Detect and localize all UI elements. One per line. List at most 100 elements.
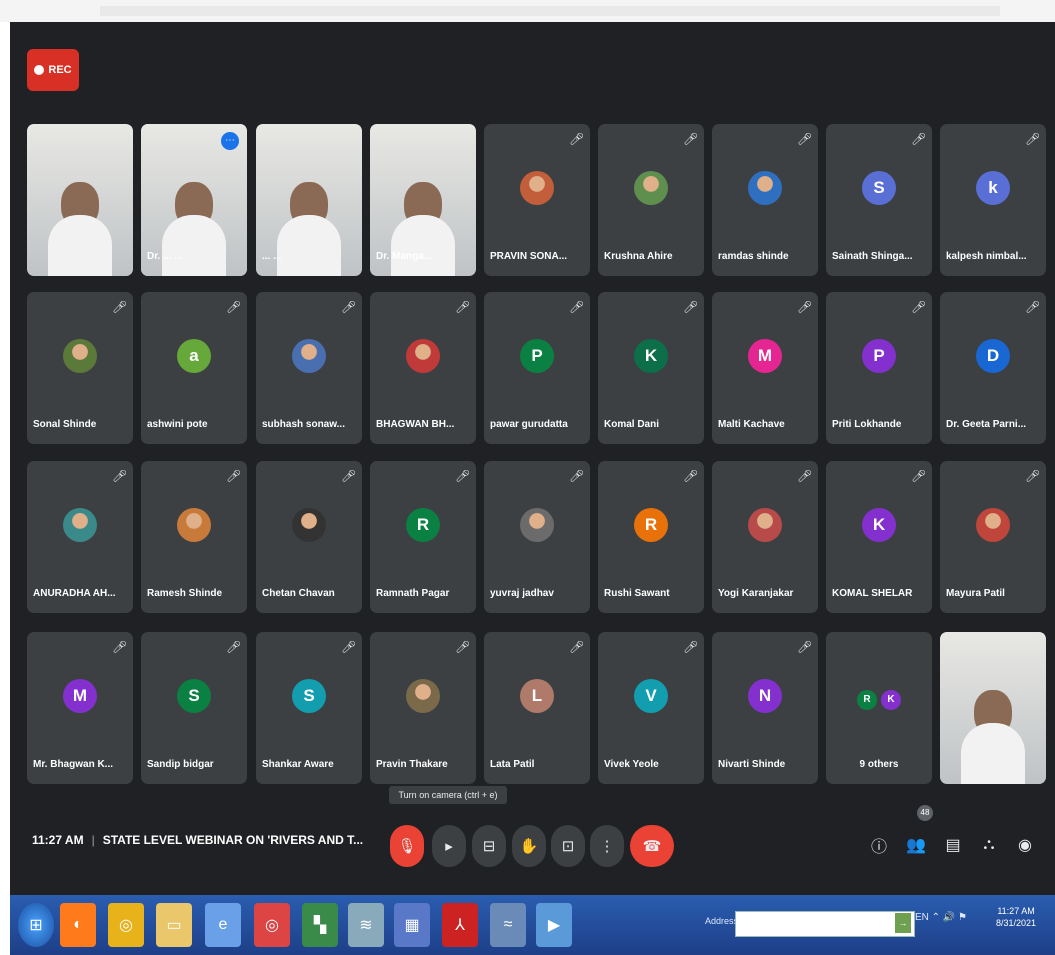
- participant-tile[interactable]: 🎤︎ subhash sonaw...: [256, 292, 362, 444]
- participant-name: Dr. Geeta Parni...: [946, 419, 1027, 430]
- mic-muted-icon: 🎤︎: [341, 640, 357, 654]
- camera-toggle-button[interactable]: ▸: [432, 825, 466, 867]
- captions-button[interactable]: ⊟: [472, 825, 506, 867]
- taskbar-pdf[interactable]: ⅄: [442, 903, 478, 947]
- participant-tile[interactable]: 🎤︎ V Vivek Yeole: [598, 632, 704, 784]
- participant-tile[interactable]: 🎤︎ P Priti Lokhande: [826, 292, 932, 444]
- taskbar-network[interactable]: ≋: [348, 903, 384, 947]
- participant-tile[interactable]: 🎤︎ K KOMAL SHELAR: [826, 461, 932, 613]
- avatar: [520, 170, 554, 205]
- participant-tile[interactable]: 🎤︎ M Malti Kachave: [712, 292, 818, 444]
- participant-tile[interactable]: 🎤︎ Yogi Karanjakar: [712, 461, 818, 613]
- participant-tile[interactable]: 🎤︎ D Dr. Geeta Parni...: [940, 292, 1046, 444]
- mic-muted-icon: 🎤︎: [226, 469, 242, 483]
- chat-button[interactable]: ▤: [940, 832, 966, 858]
- participant-tile[interactable]: ⋯ Dr. ... ...: [141, 124, 247, 276]
- pdf-icon: ⅄: [455, 917, 465, 934]
- taskbar-calendar[interactable]: ▦: [394, 903, 430, 947]
- participant-tile[interactable]: 🎤︎ ANURADHA AH...: [27, 461, 133, 613]
- avatar: [406, 678, 440, 713]
- participant-tile[interactable]: 🎤︎ L Lata Patil: [484, 632, 590, 784]
- participant-name: Komal Dani: [604, 419, 660, 430]
- mic-muted-icon: 🎤︎: [797, 640, 813, 654]
- firefox-icon: ◐: [73, 916, 83, 933]
- participant-tile[interactable]: 🎤︎ Ramesh Shinde: [141, 461, 247, 613]
- participant-name: Sonal Shinde: [33, 419, 97, 430]
- participant-tile[interactable]: 🎤︎ N Nivarti Shinde: [712, 632, 818, 784]
- address-input[interactable]: [735, 911, 915, 937]
- clock-date: 8/31/2021: [996, 918, 1037, 928]
- taskbar-media[interactable]: ▶: [536, 903, 572, 947]
- participant-tile[interactable]: 🎤︎ K Komal Dani: [598, 292, 704, 444]
- present-button[interactable]: ⊡: [551, 825, 585, 867]
- participant-tile[interactable]: ... ...: [256, 124, 362, 276]
- participant-name: Vivek Yeole: [604, 759, 659, 770]
- mic-muted-icon: 🎤︎: [112, 300, 128, 314]
- more-options-button[interactable]: ⋮: [590, 825, 624, 867]
- participant-tile[interactable]: 🎤︎ Krushna Ahire: [598, 124, 704, 276]
- folder-icon: ▭: [166, 917, 182, 934]
- self-video-tile[interactable]: [940, 632, 1046, 784]
- people-button[interactable]: 👥: [903, 832, 929, 858]
- participant-tile[interactable]: 🎤︎ ramdas shinde: [712, 124, 818, 276]
- participant-tile[interactable]: 🎤︎ k kalpesh nimbal...: [940, 124, 1046, 276]
- activities-button[interactable]: ⛬: [976, 832, 1002, 858]
- overflow-participants-tile[interactable]: R K 9 others: [826, 632, 932, 784]
- participant-name: ANURADHA AH...: [33, 588, 116, 599]
- start-button[interactable]: ⊞: [18, 903, 54, 947]
- participant-tile[interactable]: 🎤︎ PRAVIN SONA...: [484, 124, 590, 276]
- mic-muted-icon: 🎤︎: [683, 300, 699, 314]
- participant-tile[interactable]: 🎤︎ Ppawar gurudatta: [484, 292, 590, 444]
- participant-tile[interactable]: 🎤︎ a ashwini pote: [141, 292, 247, 444]
- tile-more-options-icon[interactable]: ⋯: [221, 132, 239, 150]
- taskbar-chrome[interactable]: ◎: [108, 903, 144, 947]
- meeting-details-button[interactable]: ⓘ: [866, 832, 892, 858]
- mic-muted-icon: 🎤︎: [1025, 469, 1041, 483]
- address-bar-strip: [100, 6, 1000, 16]
- overflow-label: 9 others: [859, 759, 899, 770]
- raise-hand-button[interactable]: ✋: [512, 825, 546, 867]
- participant-tile[interactable]: 🎤︎ S Sainath Shinga...: [826, 124, 932, 276]
- taskbar-app[interactable]: ▚: [302, 903, 338, 947]
- participant-name: Yogi Karanjakar: [718, 588, 794, 599]
- avatar: [292, 338, 326, 373]
- participant-tile[interactable]: 🎤︎ M Mr. Bhagwan K...: [27, 632, 133, 784]
- mic-muted-icon: 🎤︎: [455, 300, 471, 314]
- taskbar-folder[interactable]: ▭: [156, 903, 192, 947]
- participant-tile[interactable]: 🎤︎ Chetan Chavan: [256, 461, 362, 613]
- taskbar-chrome-2[interactable]: ◎: [254, 903, 290, 947]
- participant-tile[interactable]: [27, 124, 133, 276]
- participant-tile[interactable]: 🎤︎ yuvraj jadhav: [484, 461, 590, 613]
- participant-name: KOMAL SHELAR: [832, 588, 913, 599]
- participant-name: Shankar Aware: [262, 759, 334, 770]
- avatar: [748, 170, 782, 205]
- mic-toggle-button[interactable]: 🎙: [390, 825, 424, 867]
- host-controls-button[interactable]: ◉: [1012, 832, 1038, 858]
- participant-name: subhash sonaw...: [262, 419, 345, 430]
- avatar: S: [177, 678, 211, 713]
- participant-tile[interactable]: 🎤︎ BHAGWAN BH...: [370, 292, 476, 444]
- mic-muted-icon: 🎤︎: [1025, 132, 1041, 146]
- participant-name: Chetan Chavan: [262, 588, 335, 599]
- leave-call-button[interactable]: ☎: [630, 825, 674, 867]
- participant-tile[interactable]: 🎤︎ Pravin Thakare: [370, 632, 476, 784]
- taskbar-ie[interactable]: e: [205, 903, 241, 947]
- mic-muted-icon: 🎤︎: [911, 132, 927, 146]
- avatar: D: [976, 338, 1010, 373]
- address-go-button[interactable]: →: [895, 913, 911, 933]
- participant-name: Rushi Sawant: [604, 588, 670, 599]
- participant-tile[interactable]: 🎤︎ S Sandip bidgar: [141, 632, 247, 784]
- participant-tile[interactable]: Dr. Manga...: [370, 124, 476, 276]
- mic-muted-icon: 🎤︎: [797, 132, 813, 146]
- participant-tile[interactable]: 🎤︎ Sonal Shinde: [27, 292, 133, 444]
- overflow-avatar: R: [857, 689, 877, 710]
- taskbar-firefox[interactable]: ◐: [60, 903, 96, 947]
- participant-tile[interactable]: 🎤︎ R Rushi Sawant: [598, 461, 704, 613]
- participant-tile[interactable]: 🎤︎ Mayura Patil: [940, 461, 1046, 613]
- participant-tile[interactable]: 🎤︎ R Ramnath Pagar: [370, 461, 476, 613]
- taskbar-wifi[interactable]: ≈: [490, 903, 526, 947]
- meeting-title: STATE LEVEL WEBINAR ON 'RIVERS AND T...: [102, 833, 364, 847]
- participant-tile[interactable]: 🎤︎ S Shankar Aware: [256, 632, 362, 784]
- mic-muted-icon: 🎤︎: [569, 640, 585, 654]
- avatar: K: [862, 507, 896, 542]
